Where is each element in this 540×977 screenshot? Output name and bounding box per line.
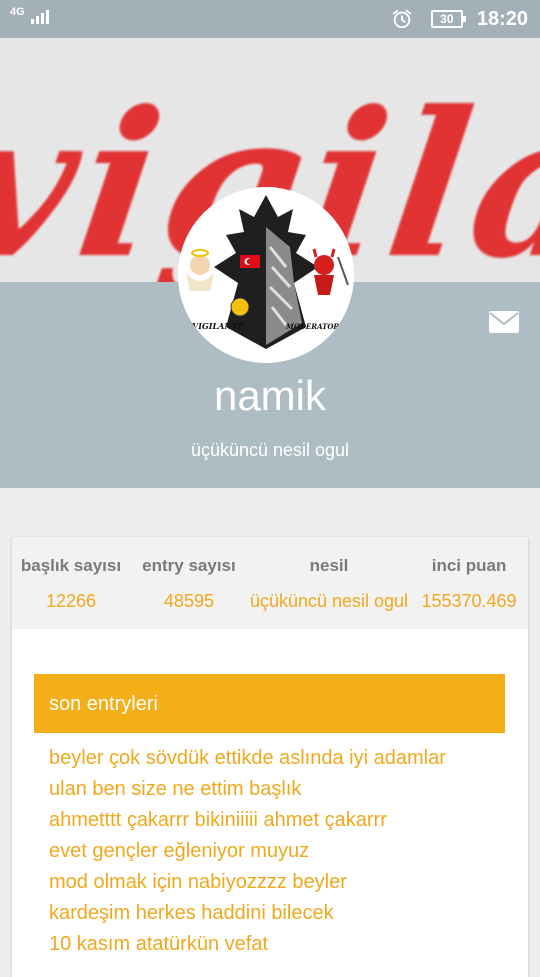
entry-link[interactable]: evet gençler eğleniyor muyuz	[49, 836, 519, 867]
avatar-left-label: VIGILANTE	[192, 321, 245, 331]
stat-label: inci puan	[431, 556, 507, 575]
stat-value: 48595	[163, 591, 214, 611]
recent-entries-list: beyler çok sövdük ettikde aslında iyi ad…	[49, 743, 519, 960]
user-title: üçüküncü nesil ogul	[190, 440, 350, 460]
alarm-icon	[392, 9, 412, 29]
mail-icon[interactable]	[488, 310, 520, 334]
entry-link[interactable]: kardeşim herkes haddini bilecek	[49, 898, 519, 929]
stat-value: üçüküncü nesil ogul	[249, 591, 409, 611]
stat-label: başlık sayısı	[20, 556, 122, 575]
stats-row: başlık sayısı 12266 entry sayısı 48595 n…	[12, 537, 528, 629]
stat-label: nesil	[309, 556, 349, 575]
stat-value: 12266	[45, 591, 97, 611]
status-right: 30 18:20	[391, 6, 528, 32]
entry-link[interactable]: ulan ben size ne ettim başlık	[49, 774, 519, 805]
entry-link[interactable]: ahmetttt çakarrr bikiniiiii ahmet çakarr…	[49, 805, 519, 836]
stat-entry-count: entry sayısı 48595	[130, 537, 248, 629]
avatar-emblem-icon: VIGILANTE MODERATOR	[178, 187, 354, 363]
network-type: 4G	[10, 6, 25, 18]
entry-link[interactable]: beyler çok sövdük ettikde aslında iyi ad…	[49, 743, 519, 774]
recent-entries-header: son entryleri	[34, 674, 505, 733]
stat-points: inci puan 155370.469	[410, 537, 528, 629]
signal-icon	[30, 8, 49, 24]
avatar-right-label: MODERATOR	[285, 322, 339, 331]
clock: 18:20	[476, 7, 528, 30]
entry-link[interactable]: mod olmak için nabiyozzzz beyler	[49, 867, 519, 898]
battery-icon: 30	[430, 10, 466, 28]
stat-generation: nesil üçüküncü nesil ogul	[248, 537, 410, 629]
entry-link[interactable]: 10 kasım atatürkün vefat	[49, 929, 519, 960]
stat-topic-count: başlık sayısı 12266	[12, 537, 130, 629]
profile-card: başlık sayısı 12266 entry sayısı 48595 n…	[12, 537, 528, 977]
username: namik	[213, 372, 327, 419]
stat-label: entry sayısı	[142, 556, 236, 575]
avatar[interactable]: VIGILANTE MODERATOR	[178, 187, 354, 363]
status-left: 4G	[10, 6, 49, 24]
status-bar: 4G 30 18:20	[0, 0, 540, 38]
stat-value: 155370.469	[421, 591, 517, 611]
